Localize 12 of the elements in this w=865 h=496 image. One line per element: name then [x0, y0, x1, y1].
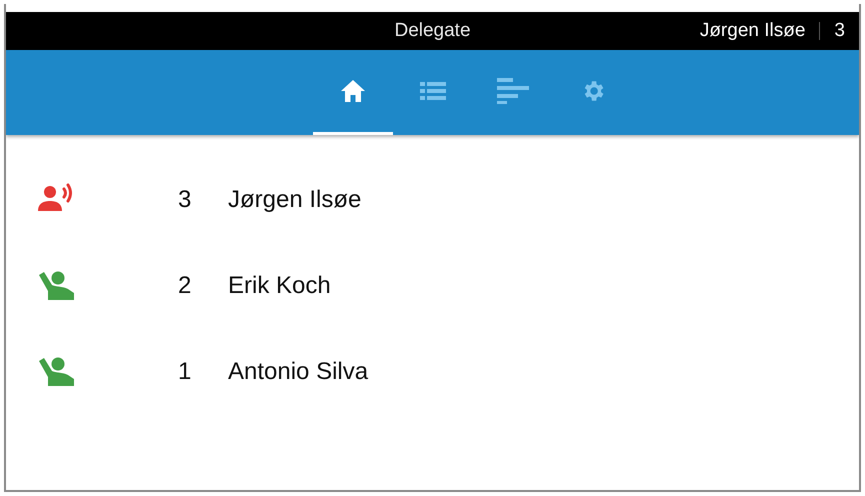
list-icon	[420, 81, 446, 101]
home-icon	[340, 79, 366, 103]
app-title: Delegate	[394, 20, 471, 42]
seat-number: 3	[178, 186, 192, 214]
user-name: Jørgen Ilsøe	[700, 20, 806, 42]
speaker-name: Jørgen Ilsøe	[228, 186, 362, 214]
seat-number: 2	[178, 272, 192, 300]
speaker-name: Erik Koch	[228, 272, 331, 300]
seat-number: 1	[178, 358, 192, 386]
seat-number: 3	[834, 20, 845, 42]
speaker-name: Antonio Silva	[228, 358, 368, 386]
bar-chart-icon	[496, 78, 528, 104]
